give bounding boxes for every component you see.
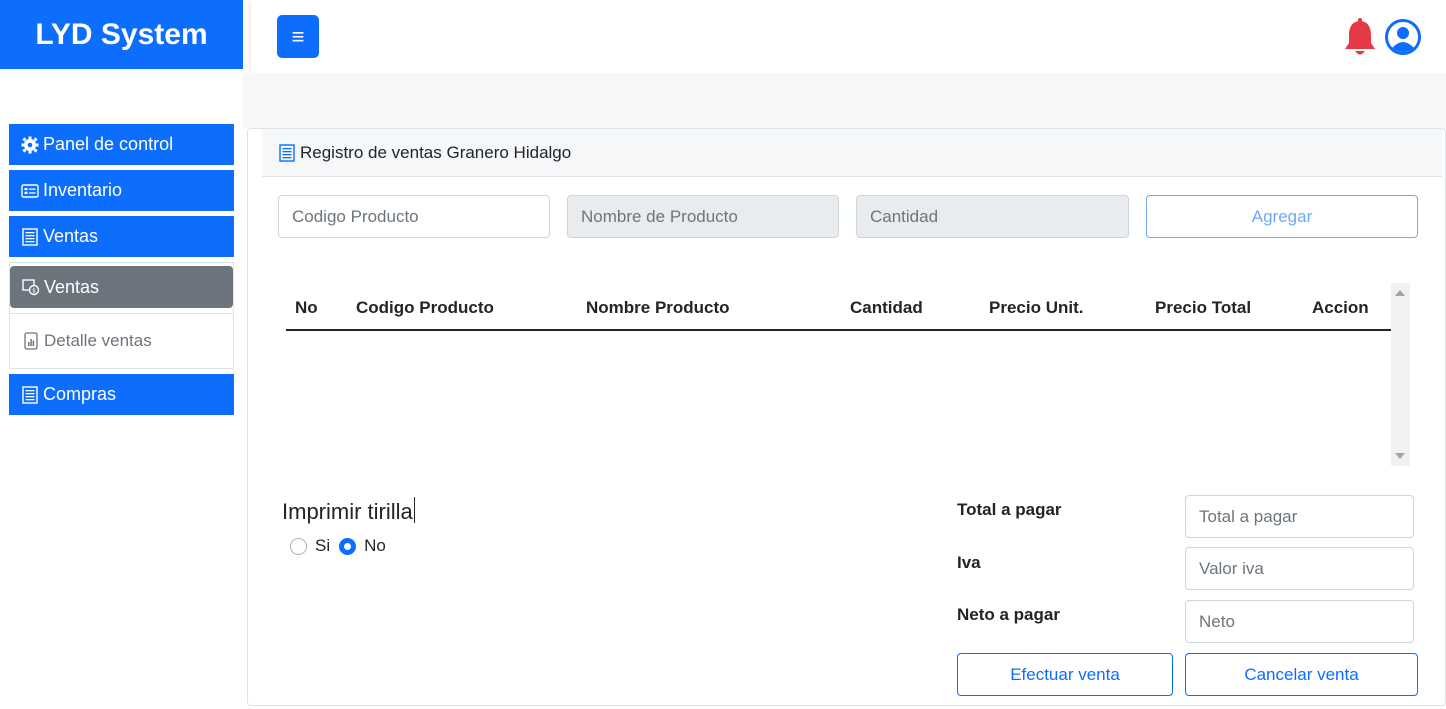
ventas-submenu: $ Ventas Detalle ventas bbox=[9, 262, 234, 369]
total-a-pagar-label: Total a pagar bbox=[957, 500, 1062, 519]
print-receipt-label: Imprimir tirilla bbox=[282, 499, 413, 524]
column-header-codigo: Codigo Producto bbox=[356, 298, 494, 317]
receipt-icon bbox=[22, 227, 38, 246]
cancelar-venta-button[interactable]: Cancelar venta bbox=[1185, 653, 1418, 696]
sidebar: Panel de control Inventario Ventas $ Ven… bbox=[9, 124, 234, 420]
sidebar-item-panel-de-control[interactable]: Panel de control bbox=[9, 124, 234, 165]
iva-label: Iva bbox=[957, 553, 981, 572]
svg-text:$: $ bbox=[32, 288, 36, 295]
cantidad-input bbox=[856, 195, 1129, 238]
print-radio-group: Si No bbox=[290, 536, 386, 556]
cash-register-icon: $ bbox=[22, 279, 40, 296]
column-header-accion: Accion bbox=[1312, 298, 1369, 317]
sales-table: No Codigo Producto Nombre Producto Canti… bbox=[286, 283, 1410, 466]
card-header: Registro de ventas Granero Hidalgo bbox=[262, 129, 1442, 177]
column-header-nombre: Nombre Producto bbox=[586, 298, 730, 317]
total-a-pagar-input[interactable] bbox=[1185, 495, 1414, 538]
submenu-item-label: Ventas bbox=[44, 276, 100, 297]
table-scrollbar[interactable] bbox=[1391, 283, 1410, 466]
scroll-up-arrow-icon[interactable] bbox=[1395, 290, 1405, 296]
chart-file-icon bbox=[24, 332, 38, 350]
column-header-precio-unit: Precio Unit. bbox=[989, 298, 1084, 317]
submenu-item-label: Detalle ventas bbox=[44, 331, 152, 350]
radio-no-label: No bbox=[364, 536, 386, 555]
sidebar-item-label: Ventas bbox=[43, 226, 99, 246]
top-navbar: ≡ bbox=[251, 0, 1446, 73]
hamburger-icon: ≡ bbox=[291, 23, 305, 49]
bell-icon[interactable] bbox=[1343, 18, 1377, 58]
brand-logo[interactable]: LYD System bbox=[0, 0, 243, 69]
sidebar-item-label: Panel de control bbox=[43, 134, 174, 154]
submenu-item-ventas[interactable]: $ Ventas bbox=[10, 266, 233, 308]
text-caret bbox=[413, 497, 416, 523]
sidebar-item-inventario[interactable]: Inventario bbox=[9, 170, 234, 211]
print-receipt-title: Imprimir tirilla bbox=[282, 497, 416, 525]
submenu-item-detalle-ventas[interactable]: Detalle ventas bbox=[10, 314, 233, 368]
menu-toggle-button[interactable]: ≡ bbox=[277, 15, 319, 58]
neto-input[interactable] bbox=[1185, 600, 1414, 643]
nombre-producto-input bbox=[567, 195, 839, 238]
column-header-cantidad: Cantidad bbox=[850, 298, 923, 317]
table-header: No Codigo Producto Nombre Producto Canti… bbox=[286, 283, 1391, 331]
agregar-button[interactable]: Agregar bbox=[1146, 195, 1418, 238]
gear-icon bbox=[21, 136, 39, 153]
radio-si-label: Si bbox=[315, 536, 331, 555]
radio-si[interactable] bbox=[290, 537, 307, 555]
radio-no[interactable] bbox=[339, 537, 357, 555]
neto-a-pagar-label: Neto a pagar bbox=[957, 605, 1060, 624]
content-background bbox=[243, 73, 1446, 128]
sidebar-item-compras[interactable]: Compras bbox=[9, 374, 234, 415]
sidebar-item-ventas[interactable]: Ventas bbox=[9, 216, 234, 257]
efectuar-venta-button[interactable]: Efectuar venta bbox=[957, 653, 1173, 696]
receipt-icon bbox=[279, 143, 295, 162]
card-title: Registro de ventas Granero Hidalgo bbox=[300, 142, 572, 162]
sidebar-item-label: Inventario bbox=[43, 180, 123, 200]
valor-iva-input[interactable] bbox=[1185, 547, 1414, 590]
codigo-producto-input[interactable] bbox=[278, 195, 550, 238]
column-header-precio-total: Precio Total bbox=[1155, 298, 1252, 317]
column-header-no: No bbox=[295, 298, 318, 317]
scroll-down-arrow-icon[interactable] bbox=[1395, 453, 1405, 459]
user-circle-icon[interactable] bbox=[1384, 18, 1422, 56]
brand-title: LYD System bbox=[35, 17, 208, 51]
card-list-icon bbox=[21, 183, 39, 198]
sidebar-item-label: Compras bbox=[43, 384, 117, 404]
receipt-icon bbox=[22, 385, 38, 404]
